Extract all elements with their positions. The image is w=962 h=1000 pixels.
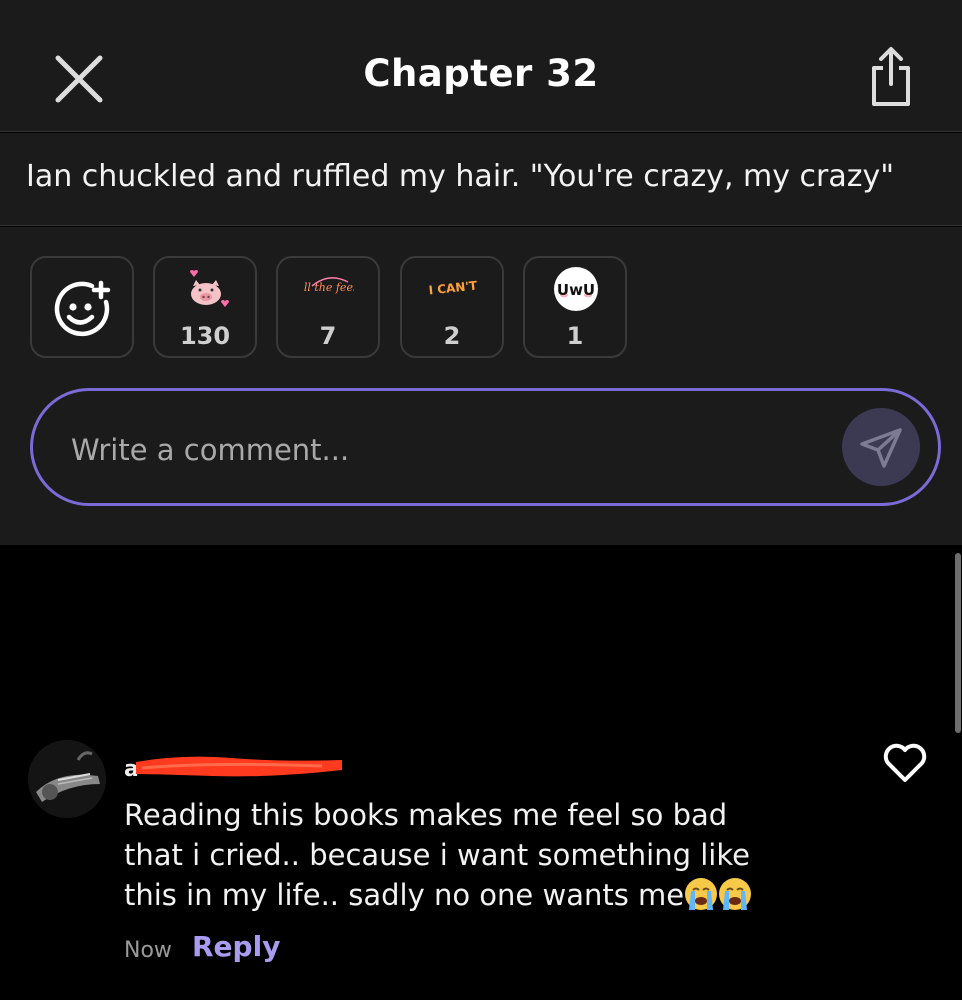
reaction-uwu[interactable]: UwU 1	[523, 256, 627, 358]
page-title: Chapter 32	[363, 52, 599, 95]
scrollbar-thumb[interactable]	[955, 553, 961, 733]
uwu-sticker-icon: UwU	[554, 267, 598, 311]
reply-button[interactable]: Reply	[192, 930, 280, 963]
loudly-crying-face-icon	[685, 878, 718, 910]
reaction-count: 2	[443, 322, 461, 350]
reaction-i-cant[interactable]: I CAN'T 2	[400, 256, 504, 358]
svg-text:All the feels: All the feels	[304, 281, 354, 294]
top-bar: Chapter 32	[0, 0, 962, 132]
quote-text: Ian chuckled and ruffled my hair. "You'r…	[26, 159, 895, 194]
svg-text:UwU: UwU	[557, 281, 595, 299]
i-cant-sticker-icon: I CAN'T	[428, 278, 478, 297]
pig-sticker-icon	[190, 270, 229, 307]
reaction-count: 1	[566, 322, 584, 350]
selected-quote: Ian chuckled and ruffled my hair. "You'r…	[0, 133, 962, 226]
avatar[interactable]	[28, 740, 106, 818]
loudly-crying-face-icon	[719, 878, 752, 910]
comment-input[interactable]: Write a comment...	[30, 388, 941, 506]
comment-timestamp: Now	[124, 938, 172, 963]
heart-icon[interactable]	[880, 740, 930, 786]
comment-body: Reading this books makes me feel so bad …	[124, 795, 774, 915]
reaction-pig[interactable]: 130	[153, 256, 257, 358]
all-the-feels-sticker-icon: All the feels	[304, 277, 354, 294]
reaction-all-the-feels[interactable]: All the feels 7	[276, 256, 380, 358]
add-reaction-button[interactable]	[30, 256, 134, 358]
reaction-count: 7	[319, 322, 337, 350]
redacted-username: a	[124, 756, 342, 780]
share-icon[interactable]	[866, 44, 916, 110]
send-icon[interactable]	[842, 408, 920, 486]
reaction-count: 130	[179, 322, 231, 350]
add-reaction-icon	[54, 280, 111, 337]
comment-placeholder: Write a comment...	[71, 433, 350, 467]
svg-text:I CAN'T: I CAN'T	[428, 278, 478, 297]
comment-text: Reading this books makes me feel so bad …	[124, 798, 750, 912]
